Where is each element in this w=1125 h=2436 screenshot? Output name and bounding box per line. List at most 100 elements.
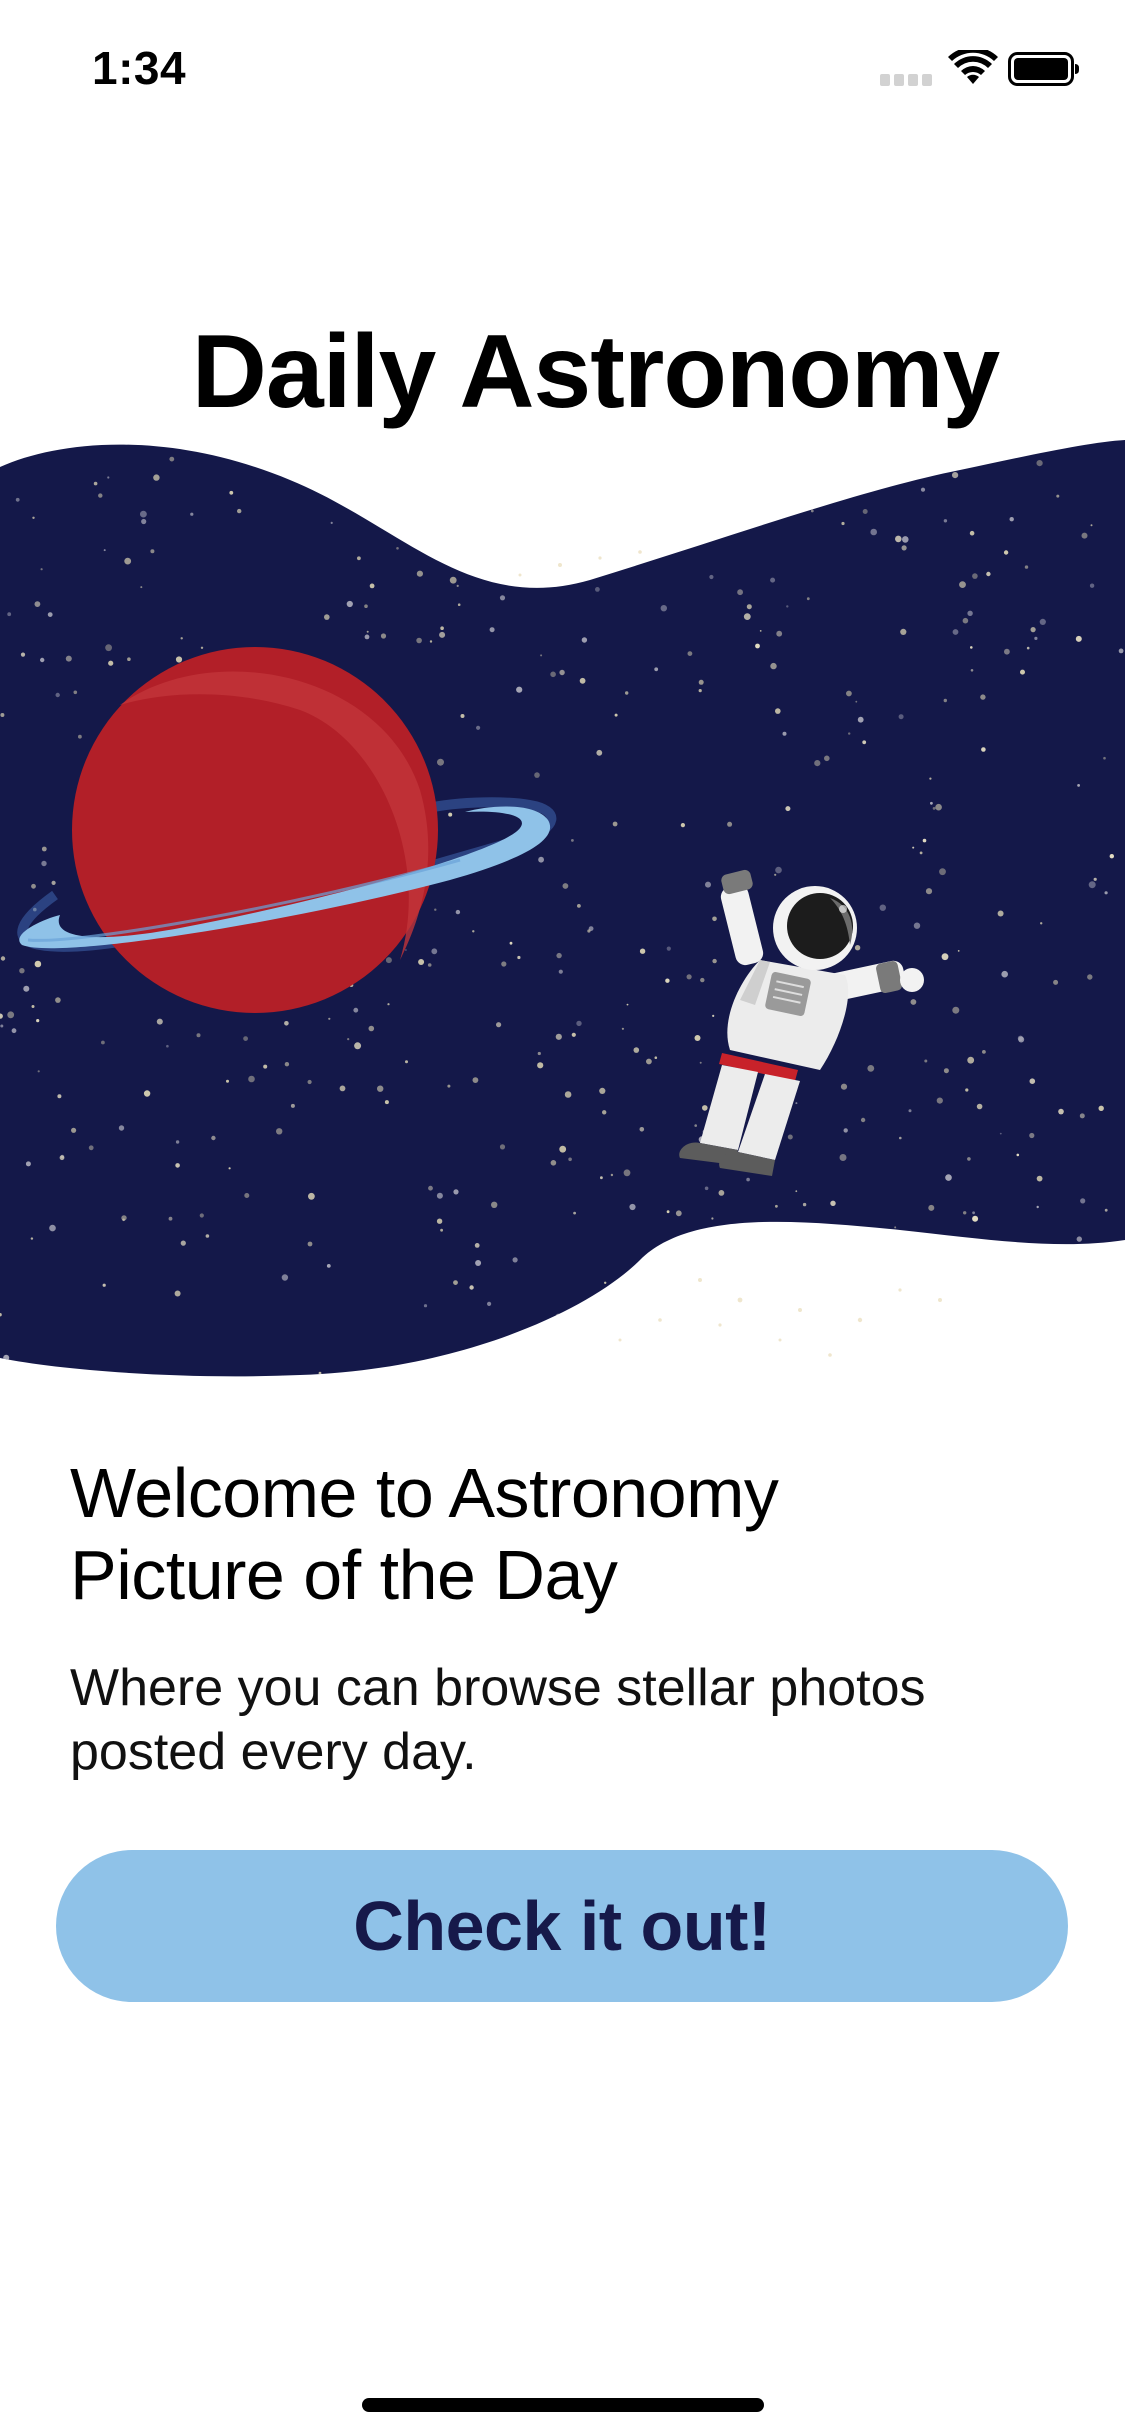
battery-icon — [1008, 52, 1079, 86]
star — [496, 1022, 502, 1028]
star — [1034, 440, 1038, 443]
star — [499, 1144, 506, 1150]
star — [1028, 442, 1036, 450]
star — [405, 949, 407, 951]
star — [778, 1291, 781, 1295]
star — [534, 772, 540, 778]
star — [972, 1215, 979, 1222]
star — [205, 1234, 210, 1238]
star — [860, 1117, 866, 1123]
star — [1087, 974, 1093, 980]
star — [437, 758, 444, 766]
star — [37, 1070, 40, 1073]
star — [366, 630, 369, 633]
check-it-out-button[interactable]: Check it out! — [56, 1850, 1068, 2002]
home-indicator[interactable] — [362, 2398, 764, 2412]
star — [972, 573, 978, 579]
star — [855, 700, 858, 703]
star — [675, 1210, 682, 1217]
star — [153, 474, 160, 481]
star — [1090, 524, 1093, 527]
star — [558, 969, 563, 974]
star — [47, 612, 53, 617]
star — [428, 1185, 433, 1191]
star — [1040, 1381, 1045, 1386]
star — [347, 1372, 355, 1377]
star — [51, 880, 56, 885]
star — [243, 1036, 249, 1041]
star — [1118, 648, 1124, 654]
star — [307, 1079, 312, 1085]
star — [1066, 1346, 1069, 1348]
star — [1023, 1249, 1029, 1255]
star — [819, 1272, 822, 1276]
star — [919, 851, 923, 855]
star — [1081, 532, 1088, 539]
star — [770, 577, 776, 583]
star — [248, 1075, 255, 1083]
star — [1003, 550, 1009, 555]
star — [196, 1033, 201, 1038]
star — [540, 654, 543, 657]
star — [759, 630, 762, 632]
star — [774, 873, 777, 876]
star — [59, 1155, 65, 1161]
star — [912, 846, 915, 849]
star — [666, 946, 671, 951]
star — [862, 740, 867, 745]
star — [434, 908, 437, 911]
star — [862, 509, 868, 514]
star — [487, 1301, 492, 1306]
star — [71, 1127, 77, 1133]
welcome-heading-line1: Welcome to Astronomy — [70, 1454, 779, 1532]
star — [705, 881, 711, 888]
star — [614, 713, 618, 717]
star — [509, 941, 513, 945]
star — [665, 978, 670, 983]
star — [907, 440, 914, 444]
star — [567, 1339, 574, 1346]
star — [782, 1236, 788, 1242]
star — [1088, 881, 1096, 889]
star — [825, 1254, 832, 1261]
star — [472, 930, 475, 933]
star — [1079, 1113, 1085, 1119]
star — [368, 1025, 375, 1032]
star — [503, 1336, 510, 1343]
star — [980, 694, 986, 700]
star — [555, 1033, 562, 1040]
star — [175, 1140, 180, 1144]
star — [612, 821, 618, 827]
star — [118, 1125, 125, 1131]
star — [190, 512, 194, 516]
star — [512, 1257, 518, 1263]
star — [121, 1215, 127, 1221]
star — [950, 1288, 953, 1291]
star — [228, 1167, 231, 1170]
star — [928, 1204, 935, 1211]
star — [775, 708, 781, 714]
star — [970, 646, 973, 649]
star — [346, 600, 353, 608]
star — [1036, 1175, 1043, 1182]
star — [952, 472, 959, 479]
star — [150, 549, 155, 554]
star — [976, 1103, 983, 1110]
star — [140, 510, 147, 518]
star — [982, 1050, 986, 1054]
star — [78, 734, 82, 739]
star — [462, 447, 465, 450]
star — [1018, 1036, 1025, 1043]
star — [339, 1085, 346, 1092]
star — [652, 1341, 656, 1346]
star — [943, 698, 947, 703]
star — [699, 1061, 702, 1064]
star — [475, 1260, 482, 1266]
star — [596, 749, 603, 756]
star — [785, 806, 791, 812]
star — [685, 1269, 688, 1272]
star — [595, 587, 600, 592]
star — [737, 589, 743, 596]
star — [639, 948, 646, 954]
star — [814, 760, 821, 767]
